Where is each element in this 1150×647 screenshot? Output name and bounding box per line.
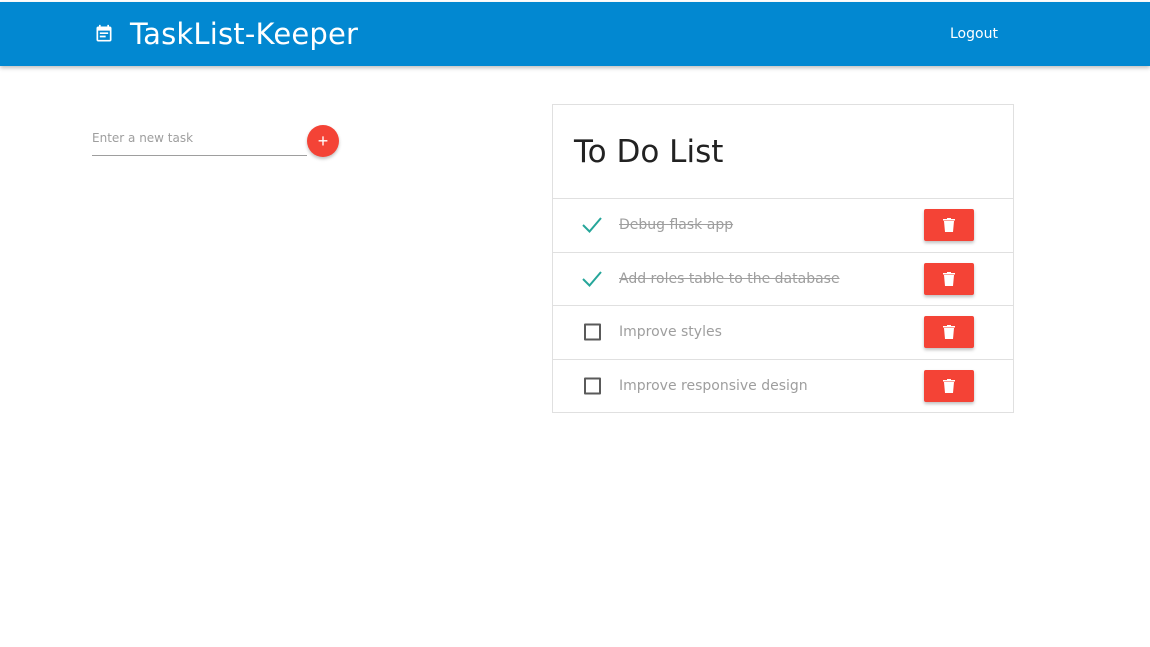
task-label: Debug flask app — [619, 217, 734, 234]
task-row: Add roles table to the database — [553, 253, 1013, 306]
delete-task-button[interactable] — [924, 370, 974, 403]
check-icon[interactable] — [581, 268, 603, 290]
logout-link[interactable]: Logout — [950, 2, 998, 66]
navbar: TaskList-Keeper Logout — [0, 2, 1150, 66]
add-task-button[interactable]: + — [307, 125, 339, 157]
task-label: Improve styles — [619, 324, 722, 341]
app-title: TaskList-Keeper — [130, 17, 359, 51]
check-icon[interactable] — [581, 214, 603, 236]
task-row: Improve responsive design — [553, 360, 1013, 414]
task-checkbox[interactable] — [584, 323, 601, 341]
todo-list-card: To Do List Debug flask app Add roles tab… — [552, 104, 1014, 413]
trash-icon — [943, 218, 955, 233]
trash-icon — [943, 271, 955, 286]
card-header: To Do List — [553, 105, 1013, 199]
task-label: Improve responsive design — [619, 378, 808, 395]
calendar-icon — [96, 24, 112, 42]
delete-task-button[interactable] — [924, 209, 974, 242]
trash-icon — [943, 325, 955, 340]
new-task-form: + — [92, 120, 342, 160]
todo-list-title: To Do List — [574, 133, 724, 170]
plus-icon: + — [317, 131, 329, 151]
new-task-input[interactable] — [92, 120, 307, 156]
task-checkbox[interactable] — [584, 377, 601, 395]
task-row: Improve styles — [553, 306, 1013, 360]
brand-link[interactable]: TaskList-Keeper — [94, 2, 358, 66]
delete-task-button[interactable] — [924, 316, 974, 349]
trash-icon — [943, 379, 955, 394]
task-label: Add roles table to the database — [619, 270, 840, 287]
delete-task-button[interactable] — [924, 262, 974, 295]
task-row: Debug flask app — [553, 199, 1013, 253]
